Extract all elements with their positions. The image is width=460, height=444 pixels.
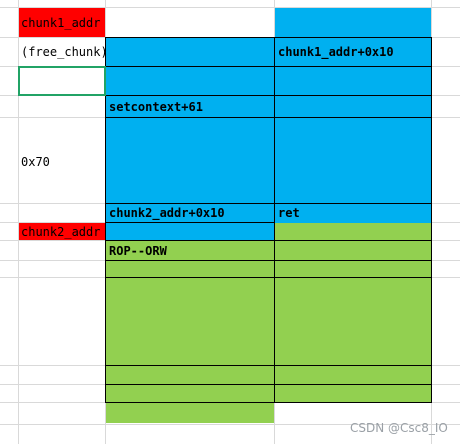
ret-label: ret — [278, 206, 300, 220]
green-tail-cell — [106, 403, 274, 423]
chunk2-green-block — [106, 241, 431, 403]
watermark: CSDN @Csc8_IO — [350, 421, 448, 435]
selected-cell[interactable] — [18, 66, 106, 96]
blue-header-cell — [275, 8, 431, 37]
chunk2-addr-label: chunk2_addr — [21, 225, 101, 239]
chunk2-plus-label: chunk2_addr+0x10 — [109, 206, 225, 220]
rop-orw-label: ROP--ORW — [109, 244, 167, 258]
ret-green-cell — [275, 223, 431, 240]
setcontext-label: setcontext+61 — [109, 100, 203, 114]
size-label: 0x70 — [21, 155, 50, 169]
free-chunk-label: (free_chunk) — [21, 45, 108, 59]
chunk1-addr-label: chunk1_addr — [21, 16, 101, 30]
chunk1-plus-label: chunk1_addr+0x10 — [278, 45, 394, 59]
